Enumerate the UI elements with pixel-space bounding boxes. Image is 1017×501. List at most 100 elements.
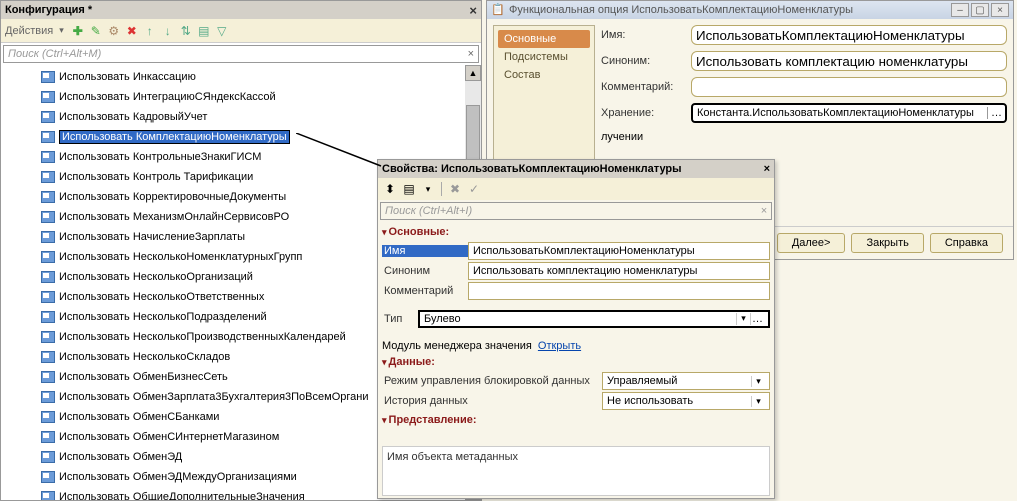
actions-label[interactable]: Действия	[5, 25, 53, 37]
option-icon	[41, 491, 55, 500]
label-name: Имя:	[601, 29, 691, 41]
props-search-clear-icon[interactable]: ×	[761, 205, 767, 217]
input-storage[interactable]: Константа.ИспользоватьКомплектациюНоменк…	[693, 107, 987, 119]
delete-icon[interactable]: ✖	[124, 23, 140, 39]
tree-item-label: Использовать КонтрольныеЗнакиГИСМ	[59, 151, 261, 163]
tree-item[interactable]: Использовать КадровыйУчет	[1, 107, 481, 127]
props-title-text: Свойства: ИспользоватьКомплектациюНоменк…	[382, 163, 682, 175]
type-dropdown-icon[interactable]: ▾	[736, 313, 750, 325]
tree-item-label: Использовать Контроль Тарификации	[59, 171, 253, 183]
plabel-type[interactable]: Тип	[382, 313, 418, 325]
tab-subsystems[interactable]: Подсистемы	[498, 48, 590, 66]
plabel-lockmode[interactable]: Режим управления блокировкой данных	[382, 375, 602, 387]
tree-item[interactable]: Использовать ИнтеграциюСЯндексКассой	[1, 87, 481, 107]
sort-az-icon[interactable]: ⬍	[382, 181, 398, 197]
plabel-synonym[interactable]: Синоним	[382, 265, 468, 277]
report-icon[interactable]: ▤	[196, 23, 212, 39]
option-icon	[41, 411, 55, 423]
lockmode-dropdown-icon[interactable]: ▾	[751, 376, 765, 387]
clear-icon[interactable]: ✖	[447, 181, 463, 197]
pinput-comment[interactable]	[468, 282, 770, 300]
pcombo-lockmode[interactable]: Управляемый ▾	[602, 372, 770, 390]
config-search-box[interactable]: Поиск (Ctrl+Alt+M) ×	[3, 45, 479, 63]
minimize-button[interactable]: –	[951, 3, 969, 17]
properties-panel: Свойства: ИспользоватьКомплектациюНоменк…	[377, 159, 775, 499]
plabel-comment[interactable]: Комментарий	[382, 285, 468, 297]
option-icon	[41, 171, 55, 183]
input-comment[interactable]	[691, 77, 1007, 97]
tree-item-label: Использовать КомплектациюНоменклатуры	[59, 130, 290, 144]
tree-item-label: Использовать НесколькоНоменклатурныхГруп…	[59, 251, 302, 263]
tree-item-label: Использовать НесколькоПодразделений	[59, 311, 267, 323]
filter-icon[interactable]: ▽	[214, 23, 230, 39]
tree-item-label: Использовать НесколькоСкладов	[59, 351, 230, 363]
section-presentation[interactable]: Представление:	[382, 412, 770, 428]
check-icon[interactable]: ✓	[466, 181, 482, 197]
edit-icon[interactable]: ✎	[88, 23, 104, 39]
add-icon[interactable]: ✚	[70, 23, 86, 39]
history-dropdown-icon[interactable]: ▾	[751, 396, 765, 407]
props-search-box[interactable]: Поиск (Ctrl+Alt+I) ×	[380, 202, 772, 220]
option-icon	[41, 111, 55, 123]
scroll-up-icon[interactable]: ▲	[465, 65, 481, 81]
wizard-icon[interactable]: ⚙	[106, 23, 122, 39]
props-search-placeholder: Поиск (Ctrl+Alt+I)	[385, 205, 472, 217]
pcombo-type[interactable]: Булево ▾ …	[418, 310, 770, 328]
tree-item-label: Использовать ОбменСИнтернетМагазином	[59, 431, 279, 443]
close-button[interactable]: ×	[991, 3, 1009, 17]
input-synonym[interactable]	[691, 51, 1007, 71]
down-icon[interactable]: ↓	[160, 23, 176, 39]
option-icon	[41, 271, 55, 283]
func-title-icon: 📋	[491, 3, 505, 17]
option-icon	[41, 191, 55, 203]
tree-item-label: Использовать ОбменЭД	[59, 451, 182, 463]
plabel-name[interactable]: Имя	[382, 245, 468, 257]
search-clear-icon[interactable]: ×	[468, 48, 474, 60]
option-icon	[41, 431, 55, 443]
toolbar-dropdown-icon[interactable]: ▾	[420, 181, 436, 197]
sort-icon[interactable]: ⇅	[178, 23, 194, 39]
tree-item-label: Использовать ОбменЭДМеждуОрганизациями	[59, 471, 297, 483]
up-icon[interactable]: ↑	[142, 23, 158, 39]
option-icon	[41, 391, 55, 403]
tree-item-label: Использовать КадровыйУчет	[59, 111, 207, 123]
storage-picker-icon[interactable]: …	[987, 107, 1005, 119]
tree-item-label: Использовать ОбщиеДополнительныеЗначения	[59, 491, 305, 500]
props-close-icon[interactable]: ×	[764, 163, 770, 175]
section-main[interactable]: Основные:	[382, 224, 770, 240]
config-toolbar: Действия ▾ ✚ ✎ ⚙ ✖ ↑ ↓ ⇅ ▤ ▽	[1, 19, 481, 43]
option-icon	[41, 91, 55, 103]
func-title-bar: 📋 Функциональная опция ИспользоватьКомпл…	[487, 1, 1013, 19]
tab-main[interactable]: Основные	[498, 30, 590, 48]
label-comment: Комментарий:	[601, 81, 691, 93]
plabel-module: Модуль менеджера значения	[382, 340, 532, 352]
pcombo-history[interactable]: Не использовать ▾	[602, 392, 770, 410]
pinput-synonym[interactable]	[468, 262, 770, 280]
scroll-thumb[interactable]	[466, 105, 480, 165]
tree-item-label: Использовать КорректировочныеДокументы	[59, 191, 286, 203]
plabel-history[interactable]: История данных	[382, 395, 602, 407]
type-picker-icon[interactable]: …	[750, 313, 764, 325]
tree-item[interactable]: Использовать Инкассацию	[1, 67, 481, 87]
tab-composition[interactable]: Состав	[498, 66, 590, 84]
tree-item-label: Использовать ОбменБизнесСеть	[59, 371, 228, 383]
open-link[interactable]: Открыть	[538, 340, 581, 352]
option-icon	[41, 331, 55, 343]
label-on-get-fragment: лучении	[601, 131, 643, 143]
pinput-name[interactable]	[468, 242, 770, 260]
dropdown-icon[interactable]: ▾	[59, 25, 64, 36]
option-icon	[41, 471, 55, 483]
tree-item[interactable]: Использовать КомплектациюНоменклатуры	[1, 127, 481, 147]
next-button[interactable]: Далее>	[777, 233, 846, 253]
config-close-icon[interactable]: ×	[469, 3, 477, 18]
props-title-bar: Свойства: ИспользоватьКомплектациюНоменк…	[378, 160, 774, 178]
categories-icon[interactable]: ▤	[401, 181, 417, 197]
close-button2[interactable]: Закрыть	[851, 233, 923, 253]
tree-item-label: Использовать НесколькоОтветственных	[59, 291, 264, 303]
config-title-bar: Конфигурация * ×	[1, 1, 481, 19]
props-body: Основные: Имя Синоним Комментарий Тип Бу…	[378, 222, 774, 444]
help-button[interactable]: Справка	[930, 233, 1003, 253]
maximize-button[interactable]: ▢	[971, 3, 989, 17]
input-name[interactable]	[691, 25, 1007, 45]
section-data[interactable]: Данные:	[382, 354, 770, 370]
